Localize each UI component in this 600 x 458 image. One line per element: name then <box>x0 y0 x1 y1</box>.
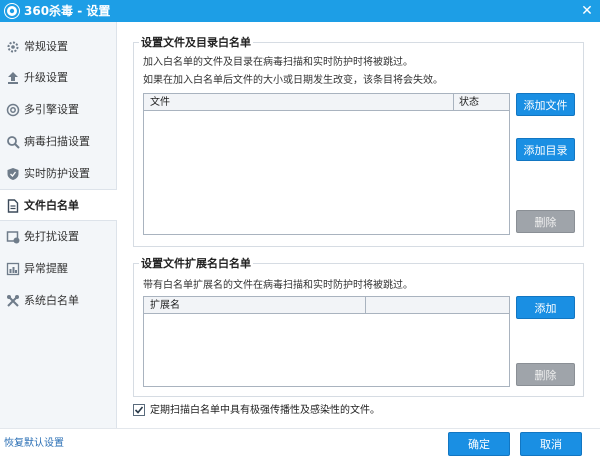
shield-icon <box>6 167 20 181</box>
add-extension-button[interactable]: 添加 <box>516 296 575 319</box>
file-whitelist-desc-2: 如果在加入白名单后文件的大小或日期发生改变，该条目将会失效。 <box>143 75 443 86</box>
sidebar-item-label: 实时防护设置 <box>24 167 90 180</box>
title-bar: 360杀毒 - 设置 ✕ <box>0 0 600 22</box>
file-whitelist-desc-1: 加入白名单的文件及目录在病毒扫描和实时防护时将被跳过。 <box>143 57 413 68</box>
do-not-disturb-icon <box>6 230 20 244</box>
list-header: 扩展名 <box>144 297 509 314</box>
sidebar-item-upgrade[interactable]: 升级设置 <box>0 62 116 94</box>
sidebar-item-scan[interactable]: 病毒扫描设置 <box>0 126 116 158</box>
close-icon[interactable]: ✕ <box>578 2 596 20</box>
checkmark-icon <box>134 406 144 414</box>
sidebar-item-label: 异常提醒 <box>24 262 68 275</box>
periodic-scan-label[interactable]: 定期扫描白名单中具有极强传播性及感染性的文件。 <box>150 404 380 417</box>
sidebar-item-file-whitelist[interactable]: 文件白名单 <box>0 189 117 221</box>
group-title: 设置文件扩展名白名单 <box>139 257 253 270</box>
sidebar-item-system-whitelist[interactable]: 系统白名单 <box>0 285 116 317</box>
group-title: 设置文件及目录白名单 <box>139 36 253 49</box>
footer: 恢复默认设置 确定 取消 <box>0 428 600 458</box>
sidebar-item-label: 系统白名单 <box>24 294 79 307</box>
delete-file-button[interactable]: 删除 <box>516 210 575 233</box>
window-title: 360杀毒 - 设置 <box>24 4 111 18</box>
periodic-scan-checkbox[interactable] <box>133 404 145 416</box>
sidebar-item-engines[interactable]: 多引擎设置 <box>0 94 116 126</box>
extension-list[interactable]: 扩展名 <box>143 296 510 387</box>
delete-extension-button[interactable]: 删除 <box>516 363 575 386</box>
add-directory-button[interactable]: 添加目录 <box>516 138 575 161</box>
column-header-status[interactable]: 状态 <box>459 96 479 109</box>
sidebar-item-label: 升级设置 <box>24 71 68 84</box>
sidebar-item-label: 常规设置 <box>24 40 68 53</box>
sidebar-item-label: 免打扰设置 <box>24 230 79 243</box>
sidebar-item-general[interactable]: 常规设置 <box>0 31 116 63</box>
upload-icon <box>6 71 20 85</box>
engine-icon <box>6 103 20 117</box>
file-list[interactable]: 文件 状态 <box>143 93 510 235</box>
column-header-file[interactable]: 文件 <box>150 96 170 109</box>
ok-button[interactable]: 确定 <box>448 432 510 456</box>
sidebar-item-alerts[interactable]: 异常提醒 <box>0 253 116 285</box>
sidebar: 常规设置 升级设置 多引擎设置 病毒扫描设置 实时防护设置 文件白名单 免打扰设… <box>0 22 117 428</box>
sidebar-item-do-not-disturb[interactable]: 免打扰设置 <box>0 221 116 253</box>
extension-whitelist-desc: 带有白名单扩展名的文件在病毒扫描和实时防护时将被跳过。 <box>143 280 413 291</box>
chart-icon <box>6 262 20 276</box>
360-logo-icon <box>4 3 20 19</box>
search-icon <box>6 135 20 149</box>
add-file-button[interactable]: 添加文件 <box>516 93 575 116</box>
sidebar-item-realtime[interactable]: 实时防护设置 <box>0 158 116 190</box>
sidebar-item-label: 多引擎设置 <box>24 103 79 116</box>
gear-icon <box>6 40 20 54</box>
column-divider <box>365 297 366 314</box>
sidebar-item-label: 病毒扫描设置 <box>24 135 90 148</box>
restore-defaults-link[interactable]: 恢复默认设置 <box>4 437 64 450</box>
cancel-button[interactable]: 取消 <box>520 432 582 456</box>
list-header: 文件 状态 <box>144 94 509 111</box>
sidebar-item-label: 文件白名单 <box>24 199 79 212</box>
tools-icon <box>6 294 20 308</box>
column-divider <box>453 94 454 111</box>
column-header-extension[interactable]: 扩展名 <box>150 299 180 312</box>
document-icon <box>6 199 20 213</box>
